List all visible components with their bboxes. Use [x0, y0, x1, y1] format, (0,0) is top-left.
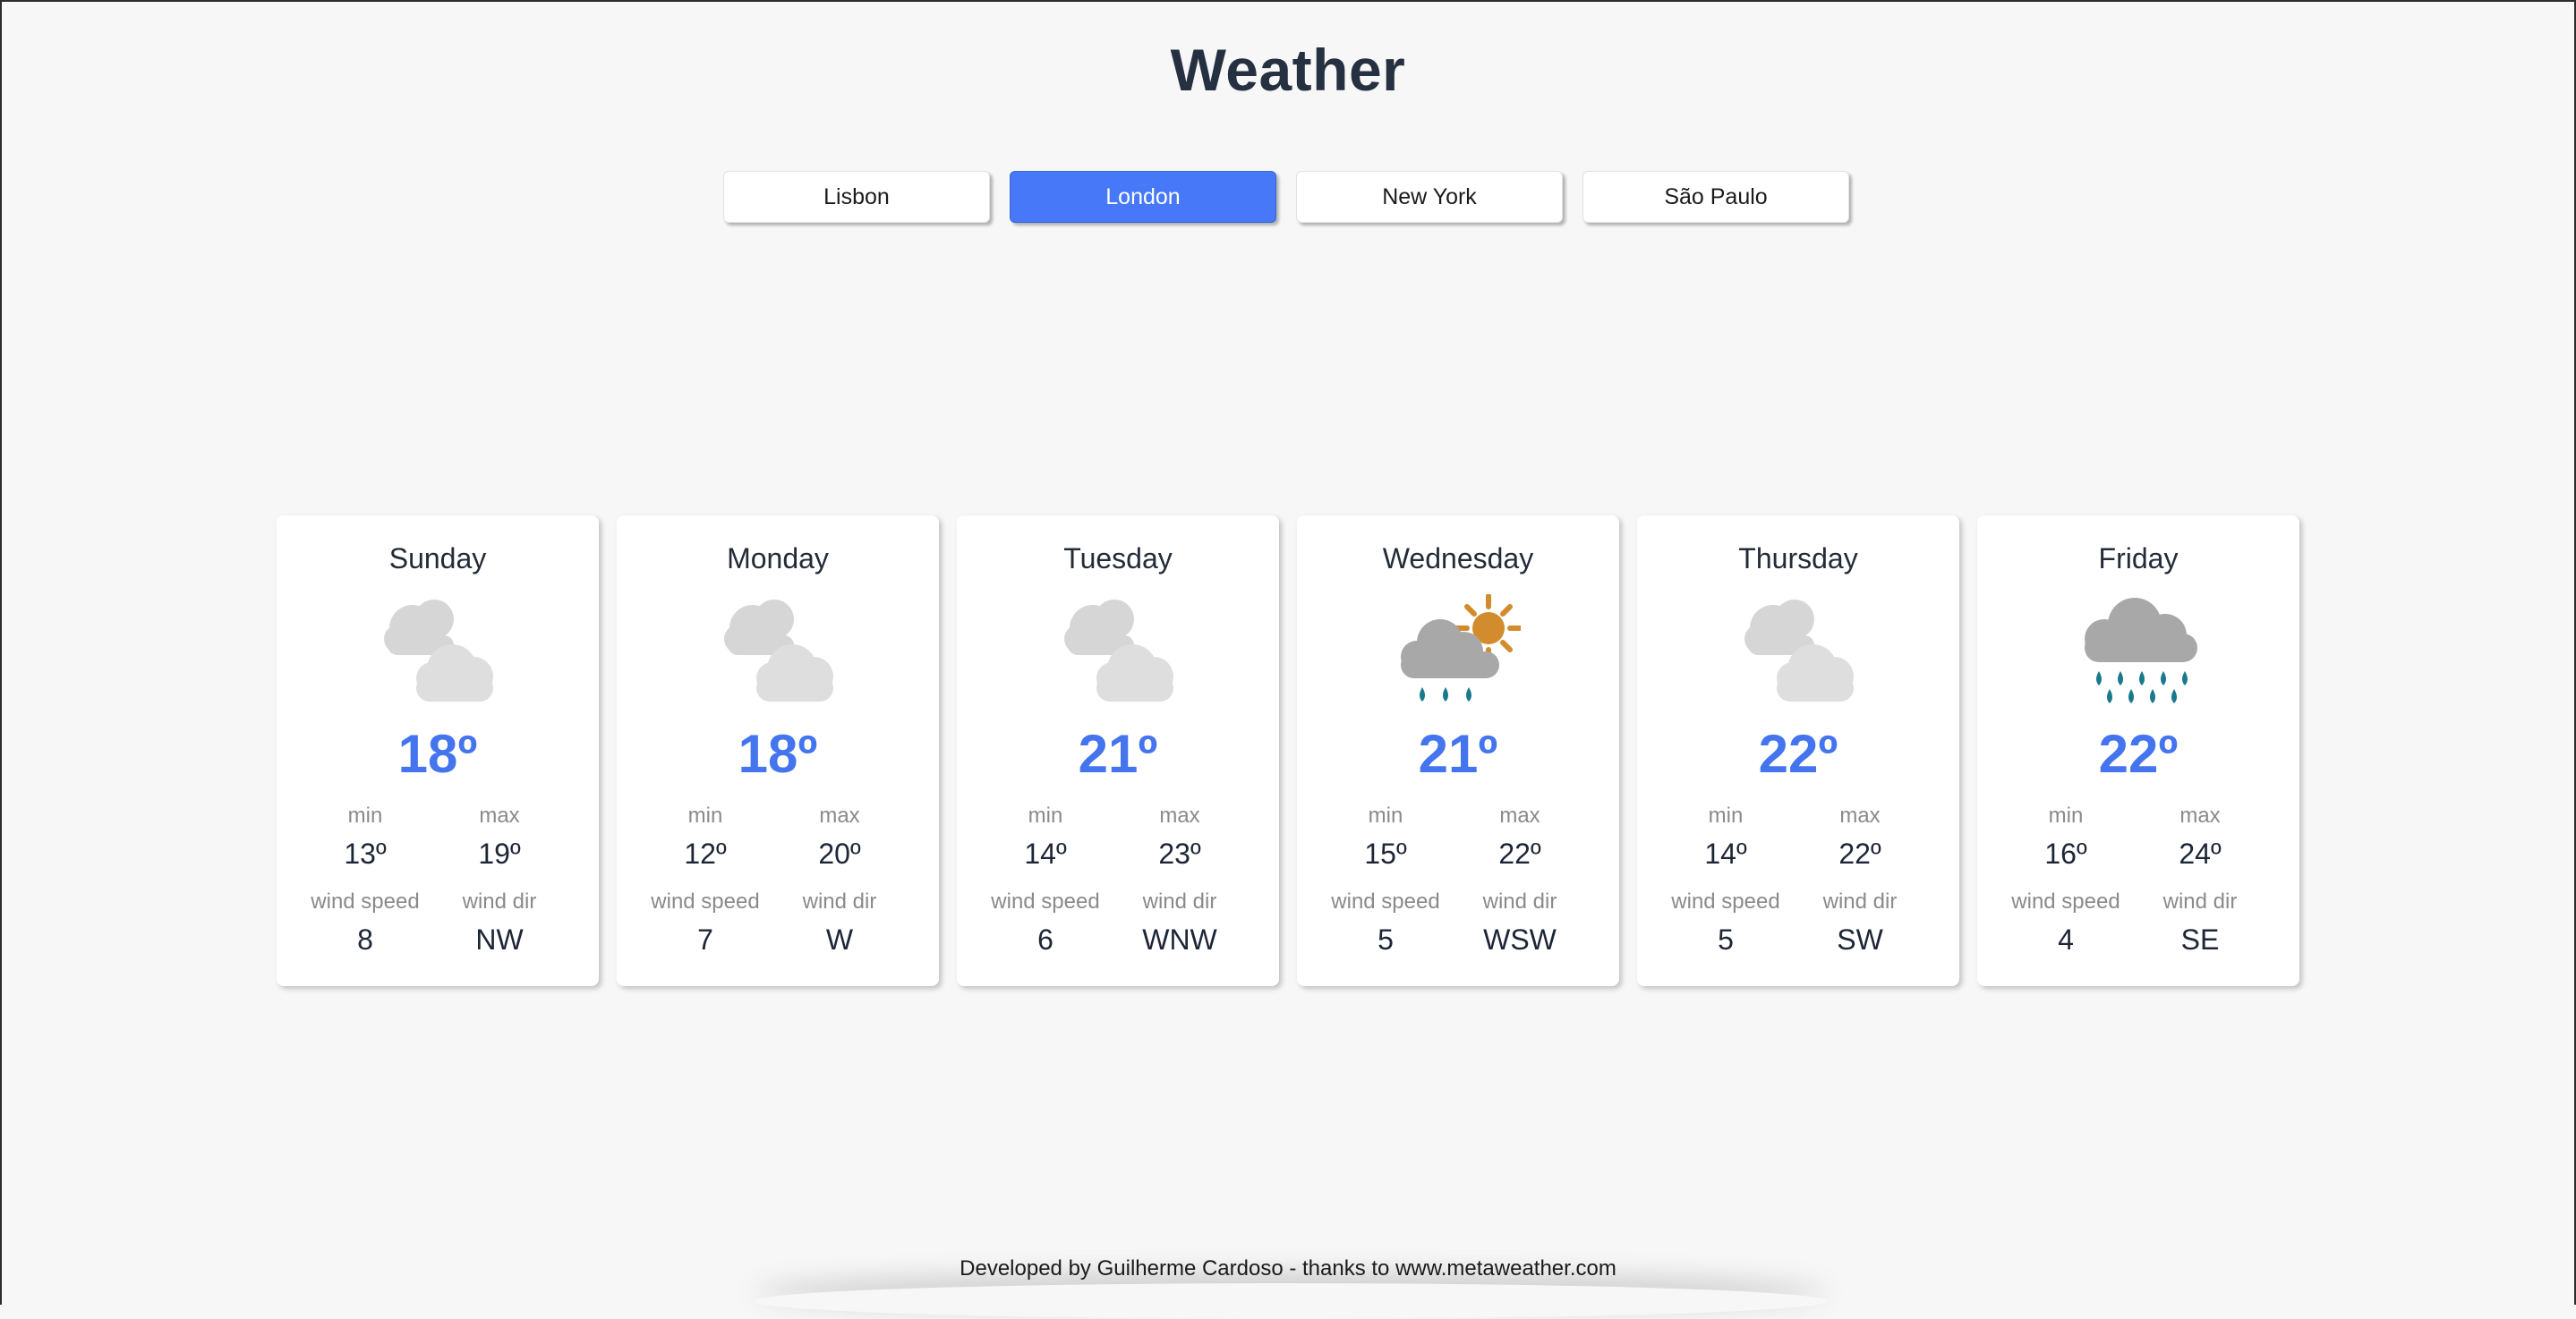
city-button-lisbon[interactable]: Lisbon — [723, 171, 990, 223]
min-label: min — [2048, 804, 2084, 828]
wind-speed-label: wind speed — [1331, 889, 1440, 914]
temperature: 21º — [1078, 724, 1158, 784]
day-name: Sunday — [388, 542, 487, 574]
sun-shower-icon — [1395, 593, 1523, 709]
min-value: 13º — [344, 838, 387, 870]
temperature: 22º — [2098, 724, 2179, 784]
max-value: 19º — [478, 838, 521, 870]
wind-speed-label: wind speed — [2011, 889, 2120, 914]
wind-dir-label: wind dir — [1142, 889, 1217, 914]
temperature: 18º — [738, 724, 818, 784]
max-label: max — [819, 804, 860, 828]
city-button-sao-paulo[interactable]: São Paulo — [1582, 171, 1849, 223]
wind-dir-value: NW — [475, 923, 524, 956]
min-label: min — [687, 804, 723, 828]
wind-speed-label: wind speed — [651, 889, 760, 914]
max-label: max — [1499, 804, 1540, 828]
wind-speed-label: wind speed — [311, 889, 420, 914]
wind-dir-label: wind dir — [1482, 889, 1557, 914]
cloudy-icon — [375, 594, 500, 709]
wind-dir-value: WNW — [1142, 923, 1217, 956]
min-value: 14º — [1704, 838, 1747, 870]
wind-speed-value: 6 — [1037, 923, 1053, 956]
min-value: 14º — [1024, 838, 1067, 870]
forecast-card: Sunday 18º min 13º max 19º wind speed 8 … — [277, 515, 599, 986]
city-selector: Lisbon London New York São Paulo — [723, 171, 1849, 223]
cloudy-icon — [1736, 594, 1861, 709]
day-name: Monday — [727, 542, 829, 574]
min-label: min — [347, 804, 383, 828]
max-value: 22º — [1838, 838, 1881, 870]
max-label: max — [2179, 804, 2221, 828]
day-name: Friday — [2098, 542, 2179, 574]
min-label: min — [1028, 804, 1063, 828]
wind-speed-value: 4 — [2058, 923, 2074, 956]
city-button-new-york[interactable]: New York — [1296, 171, 1563, 223]
city-button-london[interactable]: London — [1010, 171, 1276, 223]
wind-speed-label: wind speed — [991, 889, 1100, 914]
max-value: 20º — [818, 838, 861, 870]
wind-dir-label: wind dir — [1822, 889, 1898, 914]
day-name: Thursday — [1738, 542, 1858, 574]
min-label: min — [1708, 804, 1744, 828]
footer-shadow — [754, 1283, 1828, 1319]
wind-dir-label: wind dir — [462, 889, 537, 914]
day-name: Wednesday — [1382, 542, 1534, 574]
max-value: 23º — [1158, 838, 1201, 870]
wind-dir-value: SE — [2180, 923, 2220, 956]
wind-speed-value: 5 — [1718, 923, 1734, 956]
forecast-card: Thursday 22º min 14º max 22º wind speed … — [1637, 515, 1959, 986]
page-title: Weather — [1170, 37, 1406, 103]
wind-dir-value: SW — [1837, 923, 1883, 956]
wind-dir-value: W — [825, 923, 854, 956]
wind-speed-value: 8 — [357, 923, 373, 956]
rain-icon — [2076, 594, 2201, 709]
forecast-cards: Sunday 18º min 13º max 19º wind speed 8 … — [277, 515, 2299, 986]
max-value: 24º — [2179, 838, 2222, 870]
temperature: 21º — [1418, 724, 1498, 784]
footer-credit: Developed by Guilherme Cardoso - thanks … — [960, 1256, 1616, 1281]
forecast-card: Tuesday 21º min 14º max 23º wind speed 6… — [957, 515, 1279, 986]
wind-dir-label: wind dir — [802, 889, 877, 914]
forecast-card: Wednesday 21º min 15º max 22º wind speed… — [1297, 515, 1619, 986]
wind-speed-value: 5 — [1378, 923, 1394, 956]
cloudy-icon — [715, 594, 840, 709]
min-label: min — [1368, 804, 1403, 828]
min-value: 16º — [2044, 838, 2087, 870]
cloudy-icon — [1055, 594, 1181, 709]
wind-dir-value: WSW — [1483, 923, 1557, 956]
max-label: max — [1839, 804, 1881, 828]
day-name: Tuesday — [1063, 542, 1173, 574]
wind-speed-value: 7 — [697, 923, 713, 956]
wind-dir-label: wind dir — [2162, 889, 2238, 914]
temperature: 18º — [397, 724, 478, 784]
wind-speed-label: wind speed — [1671, 889, 1780, 914]
min-value: 12º — [684, 838, 727, 870]
min-value: 15º — [1364, 838, 1407, 870]
forecast-card: Monday 18º min 12º max 20º wind speed 7 … — [617, 515, 939, 986]
forecast-card: Friday 22º min 16º max 24º wind speed 4 … — [1977, 515, 2299, 986]
temperature: 22º — [1758, 724, 1838, 784]
max-label: max — [479, 804, 520, 828]
max-value: 22º — [1498, 838, 1541, 870]
max-label: max — [1159, 804, 1200, 828]
